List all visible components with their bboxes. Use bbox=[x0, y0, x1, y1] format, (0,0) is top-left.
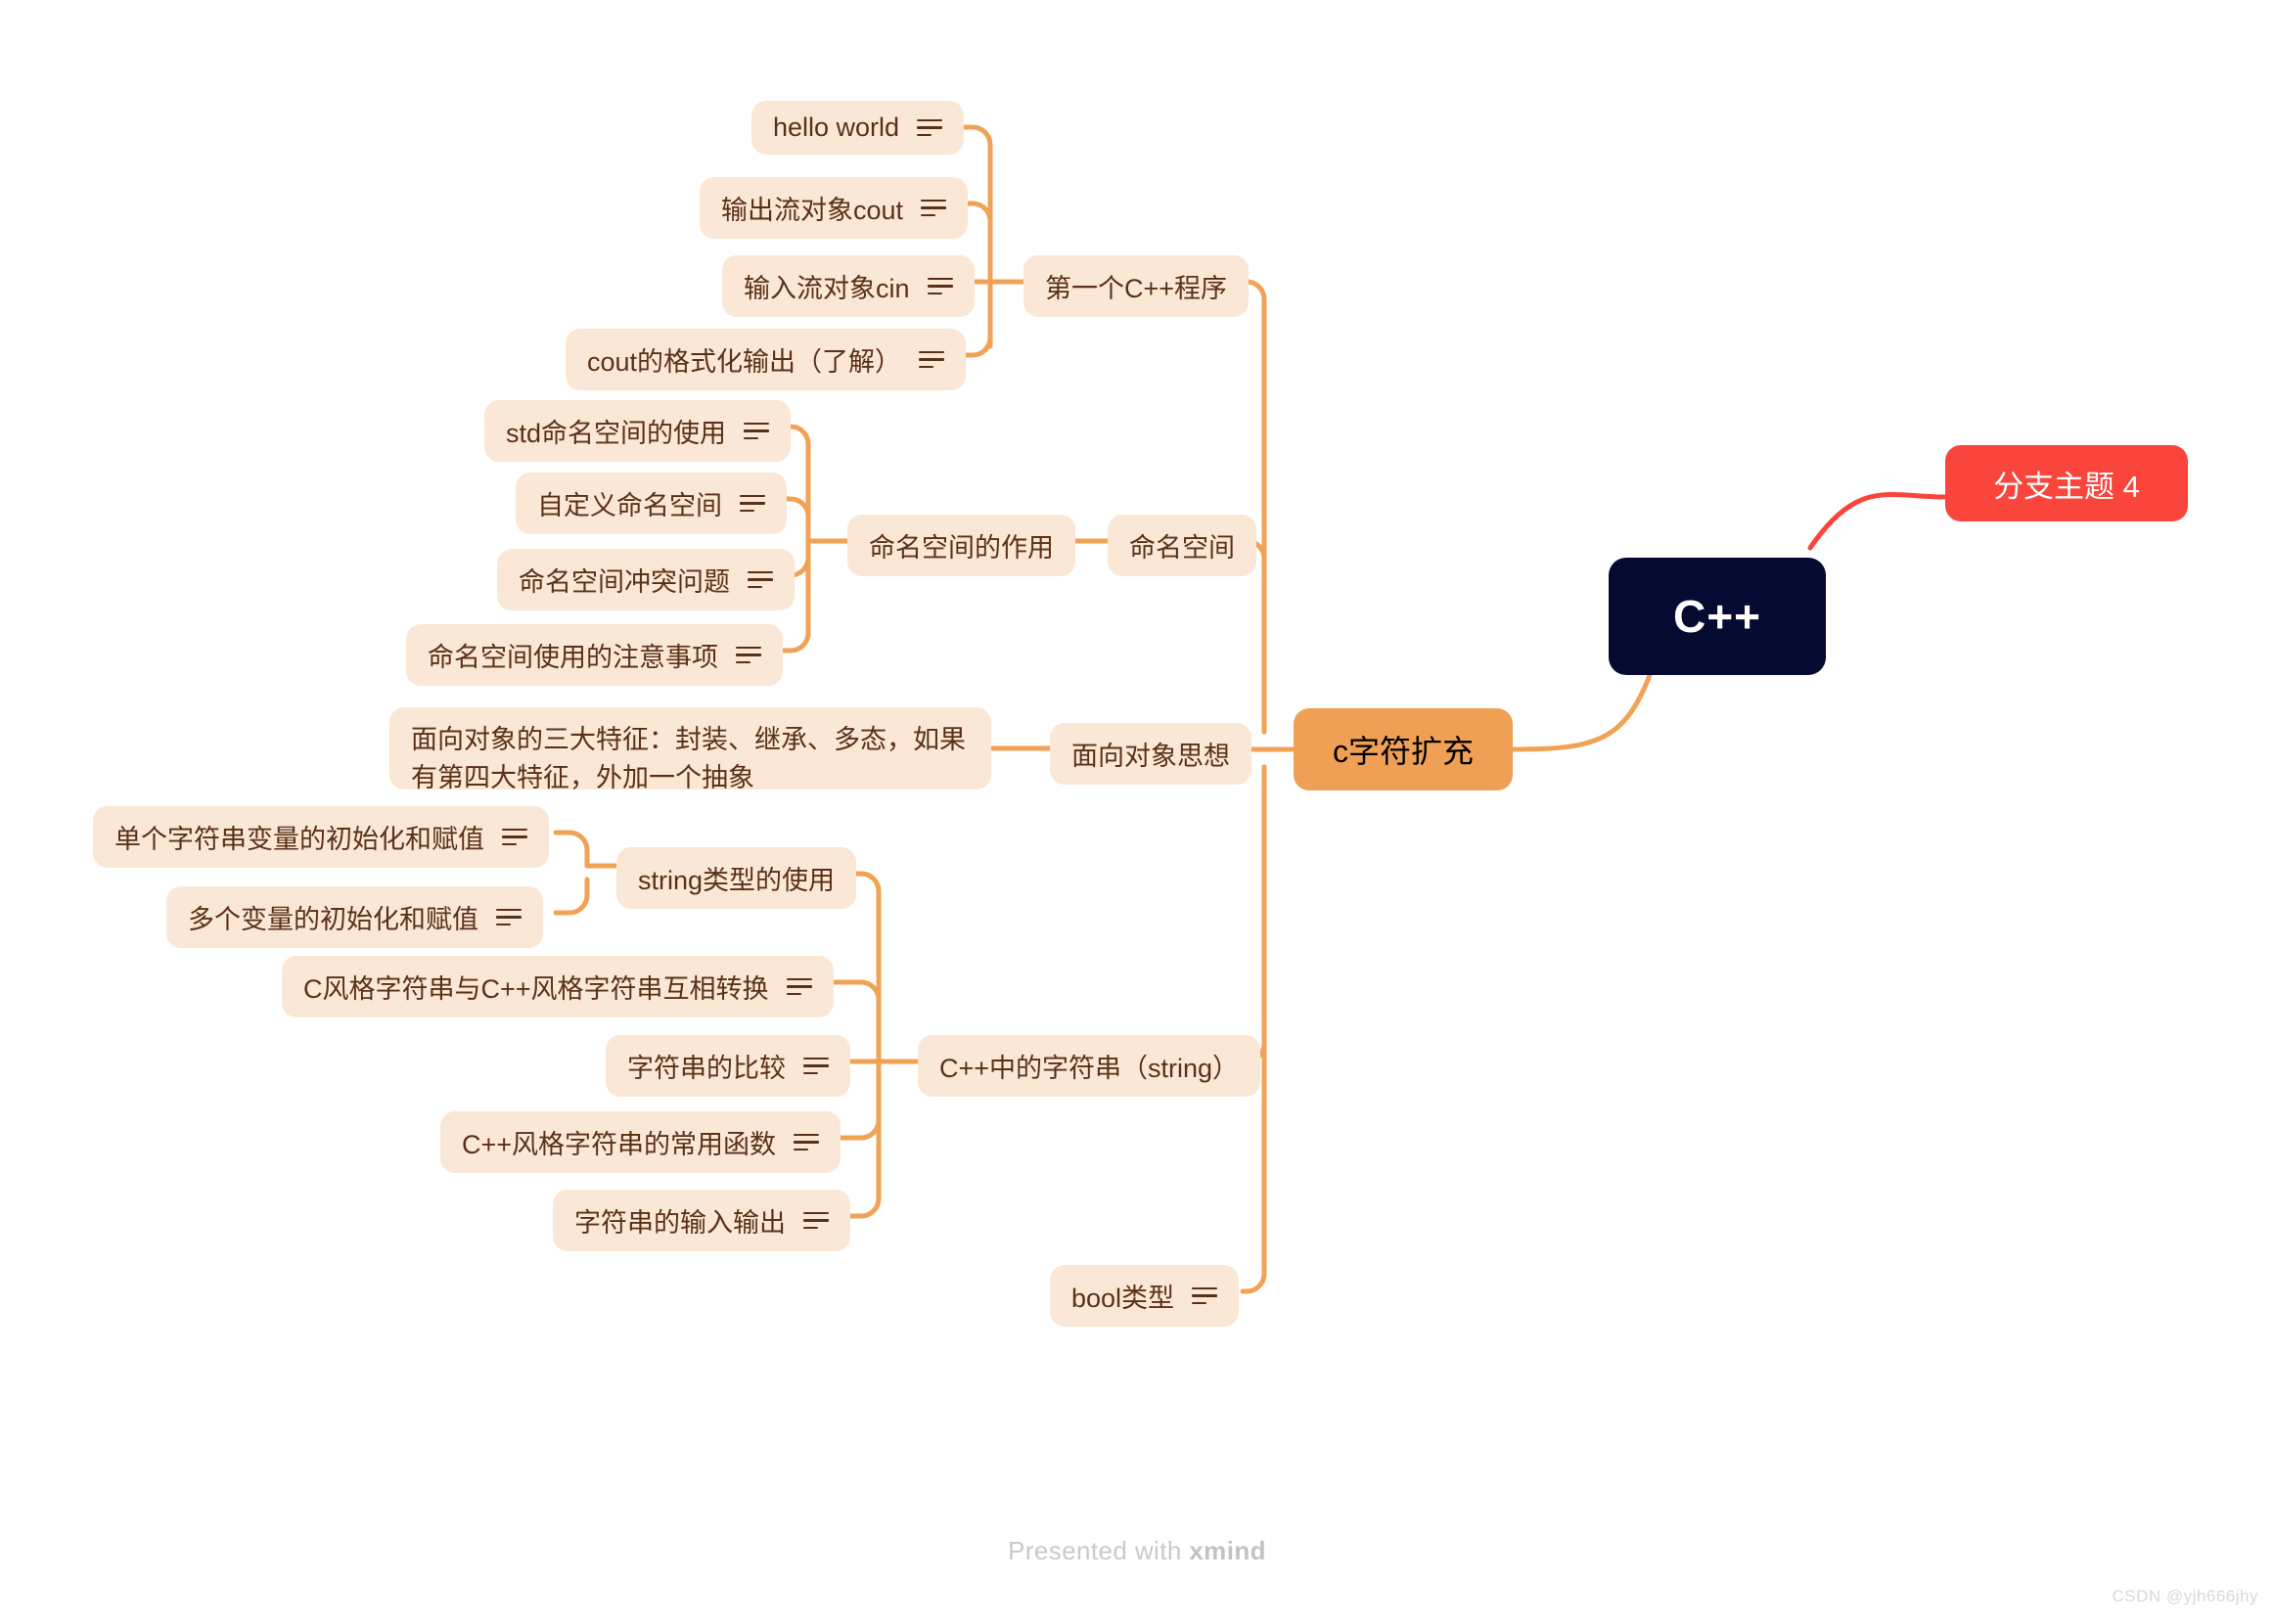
credit-brand: xmind bbox=[1189, 1536, 1266, 1565]
node-label: C风格字符串与C++风格字符串互相转换 bbox=[303, 974, 769, 1004]
credit-prefix: Presented with bbox=[1008, 1536, 1190, 1565]
node-cout-formatting[interactable]: cout的格式化输出（了解） bbox=[566, 329, 967, 390]
node-oop-three-features[interactable]: 面向对象的三大特征：封装、继承、多态，如果有第四大特征，外加一个抽象 bbox=[389, 707, 991, 792]
node-cpp-string-parent[interactable]: C++中的字符串（string） bbox=[918, 1035, 1261, 1097]
node-label: C++风格字符串的常用函数 bbox=[462, 1130, 777, 1159]
node-branch-topic-4[interactable]: 分支主题 4 bbox=[1945, 445, 2188, 521]
node-custom-namespace[interactable]: 自定义命名空间 bbox=[516, 473, 787, 534]
node-string-type-usage[interactable]: string类型的使用 bbox=[616, 847, 857, 909]
root-label: C++ bbox=[1673, 591, 1761, 642]
notes-icon[interactable] bbox=[502, 828, 527, 846]
node-namespace-notes[interactable]: 命名空间使用的注意事项 bbox=[406, 624, 783, 686]
node-c-cpp-string-convert[interactable]: C风格字符串与C++风格字符串互相转换 bbox=[282, 956, 834, 1017]
node-label: cout的格式化输出（了解） bbox=[587, 347, 902, 377]
node-namespace-conflict[interactable]: 命名空间冲突问题 bbox=[497, 549, 795, 610]
node-label: 命名空间的作用 bbox=[869, 533, 1054, 563]
node-label: 输入流对象cin bbox=[744, 274, 910, 303]
xmind-credit: Presented with xmind bbox=[0, 1536, 2274, 1566]
notes-icon[interactable] bbox=[917, 118, 943, 137]
node-oop-thinking[interactable]: 面向对象思想 bbox=[1050, 723, 1251, 785]
node-label: bool类型 bbox=[1071, 1284, 1175, 1313]
notes-icon[interactable] bbox=[803, 1211, 829, 1230]
node-c-char-extension[interactable]: c字符扩充 bbox=[1294, 708, 1513, 790]
node-root-cpp[interactable]: C++ bbox=[1609, 558, 1826, 675]
node-label: string类型的使用 bbox=[638, 866, 836, 895]
node-label: 多个变量的初始化和赋值 bbox=[188, 905, 478, 934]
node-label: 命名空间 bbox=[1129, 533, 1235, 563]
node-label: 字符串的比较 bbox=[627, 1054, 786, 1083]
node-cout-stream[interactable]: 输出流对象cout bbox=[700, 177, 969, 239]
csdn-watermark: CSDN @yjh666jhy bbox=[2112, 1587, 2258, 1605]
node-label: C++中的字符串（string） bbox=[939, 1054, 1240, 1083]
node-label: 第一个C++程序 bbox=[1045, 274, 1228, 303]
node-string-compare[interactable]: 字符串的比较 bbox=[606, 1035, 850, 1097]
node-label: c字符扩充 bbox=[1332, 734, 1474, 769]
notes-icon[interactable] bbox=[794, 1133, 820, 1151]
node-first-cpp-program[interactable]: 第一个C++程序 bbox=[1023, 255, 1250, 317]
notes-icon[interactable] bbox=[786, 977, 812, 996]
node-label: 输出流对象cout bbox=[721, 196, 904, 225]
notes-icon[interactable] bbox=[736, 646, 761, 664]
notes-icon[interactable] bbox=[927, 277, 953, 295]
notes-icon[interactable] bbox=[740, 494, 765, 513]
node-label: 面向对象思想 bbox=[1071, 742, 1230, 771]
notes-icon[interactable] bbox=[496, 908, 522, 926]
node-label: 命名空间冲突问题 bbox=[519, 567, 730, 597]
node-multi-var-init[interactable]: 多个变量的初始化和赋值 bbox=[166, 886, 543, 948]
notes-icon[interactable] bbox=[803, 1057, 829, 1075]
notes-icon[interactable] bbox=[748, 570, 773, 589]
node-cin-stream[interactable]: 输入流对象cin bbox=[722, 255, 975, 317]
node-namespace[interactable]: 命名空间 bbox=[1108, 515, 1256, 576]
node-label: hello world bbox=[773, 113, 900, 142]
node-label: 自定义命名空间 bbox=[537, 491, 722, 520]
node-label: 面向对象的三大特征：封装、继承、多态，如果有第四大特征，外加一个抽象 bbox=[411, 725, 966, 793]
node-label: 单个字符串变量的初始化和赋值 bbox=[114, 825, 484, 854]
notes-icon[interactable] bbox=[1192, 1286, 1218, 1305]
node-string-io[interactable]: 字符串的输入输出 bbox=[553, 1190, 850, 1251]
node-single-string-init[interactable]: 单个字符串变量的初始化和赋值 bbox=[93, 806, 549, 868]
node-label: 命名空间使用的注意事项 bbox=[428, 643, 718, 672]
mindmap-canvas: hello world 输出流对象cout 输入流对象cin cout的格式化输… bbox=[0, 0, 2274, 1624]
notes-icon[interactable] bbox=[921, 199, 947, 217]
node-hello-world[interactable]: hello world bbox=[751, 101, 965, 155]
node-cpp-string-functions[interactable]: C++风格字符串的常用函数 bbox=[440, 1111, 841, 1173]
node-label: 分支主题 4 bbox=[1993, 469, 2140, 504]
node-std-namespace-usage[interactable]: std命名空间的使用 bbox=[484, 400, 792, 462]
node-label: 字符串的输入输出 bbox=[574, 1208, 786, 1238]
node-bool-type[interactable]: bool类型 bbox=[1050, 1265, 1240, 1327]
notes-icon[interactable] bbox=[744, 422, 770, 440]
notes-icon[interactable] bbox=[919, 350, 945, 369]
node-namespace-purpose[interactable]: 命名空间的作用 bbox=[847, 515, 1075, 576]
node-label: std命名空间的使用 bbox=[506, 419, 727, 448]
